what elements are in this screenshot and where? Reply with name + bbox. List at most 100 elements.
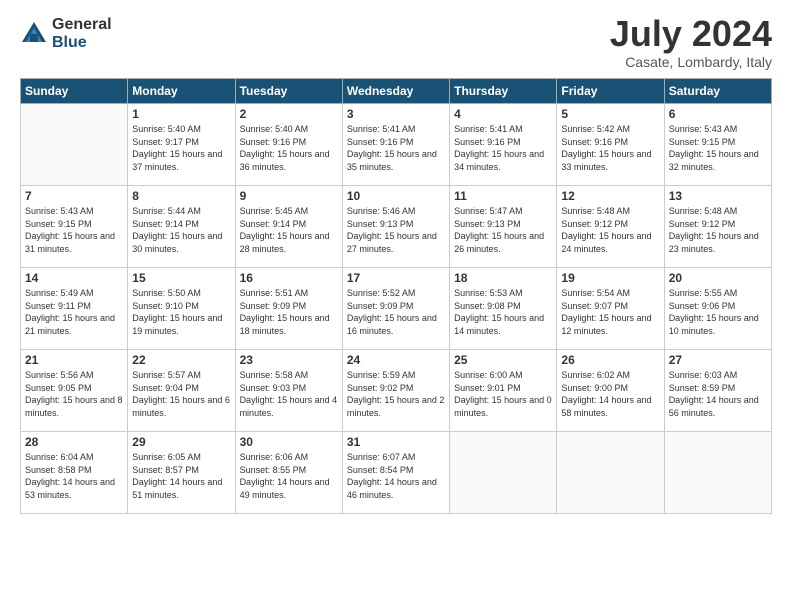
day-number: 16 xyxy=(240,271,338,285)
day-info: Sunrise: 5:52 AM Sunset: 9:09 PM Dayligh… xyxy=(347,287,445,337)
day-number: 17 xyxy=(347,271,445,285)
sunrise-text: Sunrise: 6:03 AM xyxy=(669,370,738,380)
calendar-header-sunday: Sunday xyxy=(21,79,128,104)
calendar-cell: 9 Sunrise: 5:45 AM Sunset: 9:14 PM Dayli… xyxy=(235,186,342,268)
sunset-text: Sunset: 9:13 PM xyxy=(454,219,521,229)
sunset-text: Sunset: 9:05 PM xyxy=(25,383,92,393)
daylight-text: Daylight: 14 hours and 46 minutes. xyxy=(347,477,437,500)
day-number: 9 xyxy=(240,189,338,203)
calendar-row-3: 21 Sunrise: 5:56 AM Sunset: 9:05 PM Dayl… xyxy=(21,350,772,432)
day-number: 29 xyxy=(132,435,230,449)
sunrise-text: Sunrise: 5:53 AM xyxy=(454,288,523,298)
sunset-text: Sunset: 9:09 PM xyxy=(240,301,307,311)
calendar-cell: 31 Sunrise: 6:07 AM Sunset: 8:54 PM Dayl… xyxy=(342,432,449,514)
daylight-text: Daylight: 15 hours and 19 minutes. xyxy=(132,313,222,336)
daylight-text: Daylight: 15 hours and 28 minutes. xyxy=(240,231,330,254)
daylight-text: Daylight: 15 hours and 0 minutes. xyxy=(454,395,552,418)
calendar-header-thursday: Thursday xyxy=(450,79,557,104)
daylight-text: Daylight: 15 hours and 6 minutes. xyxy=(132,395,230,418)
day-info: Sunrise: 6:03 AM Sunset: 8:59 PM Dayligh… xyxy=(669,369,767,419)
calendar-cell: 8 Sunrise: 5:44 AM Sunset: 9:14 PM Dayli… xyxy=(128,186,235,268)
daylight-text: Daylight: 15 hours and 37 minutes. xyxy=(132,149,222,172)
day-info: Sunrise: 6:07 AM Sunset: 8:54 PM Dayligh… xyxy=(347,451,445,501)
day-info: Sunrise: 5:48 AM Sunset: 9:12 PM Dayligh… xyxy=(561,205,659,255)
calendar-cell: 2 Sunrise: 5:40 AM Sunset: 9:16 PM Dayli… xyxy=(235,104,342,186)
day-number: 2 xyxy=(240,107,338,121)
sunset-text: Sunset: 8:55 PM xyxy=(240,465,307,475)
sunset-text: Sunset: 9:16 PM xyxy=(347,137,414,147)
sunrise-text: Sunrise: 5:54 AM xyxy=(561,288,630,298)
daylight-text: Daylight: 14 hours and 56 minutes. xyxy=(669,395,759,418)
day-info: Sunrise: 5:49 AM Sunset: 9:11 PM Dayligh… xyxy=(25,287,123,337)
day-info: Sunrise: 5:40 AM Sunset: 9:16 PM Dayligh… xyxy=(240,123,338,173)
day-number: 12 xyxy=(561,189,659,203)
day-info: Sunrise: 5:51 AM Sunset: 9:09 PM Dayligh… xyxy=(240,287,338,337)
daylight-text: Daylight: 15 hours and 31 minutes. xyxy=(25,231,115,254)
day-info: Sunrise: 5:50 AM Sunset: 9:10 PM Dayligh… xyxy=(132,287,230,337)
calendar-header-saturday: Saturday xyxy=(664,79,771,104)
daylight-text: Daylight: 15 hours and 10 minutes. xyxy=(669,313,759,336)
sunrise-text: Sunrise: 5:40 AM xyxy=(240,124,309,134)
sunrise-text: Sunrise: 5:41 AM xyxy=(454,124,523,134)
day-info: Sunrise: 5:53 AM Sunset: 9:08 PM Dayligh… xyxy=(454,287,552,337)
calendar-cell: 3 Sunrise: 5:41 AM Sunset: 9:16 PM Dayli… xyxy=(342,104,449,186)
sunset-text: Sunset: 9:14 PM xyxy=(132,219,199,229)
sunset-text: Sunset: 9:03 PM xyxy=(240,383,307,393)
calendar-cell xyxy=(450,432,557,514)
sunrise-text: Sunrise: 5:43 AM xyxy=(669,124,738,134)
day-number: 10 xyxy=(347,189,445,203)
daylight-text: Daylight: 15 hours and 12 minutes. xyxy=(561,313,651,336)
day-info: Sunrise: 5:57 AM Sunset: 9:04 PM Dayligh… xyxy=(132,369,230,419)
day-info: Sunrise: 5:47 AM Sunset: 9:13 PM Dayligh… xyxy=(454,205,552,255)
sunrise-text: Sunrise: 5:49 AM xyxy=(25,288,94,298)
daylight-text: Daylight: 15 hours and 8 minutes. xyxy=(25,395,123,418)
calendar-cell: 24 Sunrise: 5:59 AM Sunset: 9:02 PM Dayl… xyxy=(342,350,449,432)
logo-blue-text: Blue xyxy=(52,34,112,52)
daylight-text: Daylight: 15 hours and 36 minutes. xyxy=(240,149,330,172)
calendar-cell: 26 Sunrise: 6:02 AM Sunset: 9:00 PM Dayl… xyxy=(557,350,664,432)
day-number: 14 xyxy=(25,271,123,285)
daylight-text: Daylight: 15 hours and 16 minutes. xyxy=(347,313,437,336)
daylight-text: Daylight: 15 hours and 34 minutes. xyxy=(454,149,544,172)
calendar-cell: 20 Sunrise: 5:55 AM Sunset: 9:06 PM Dayl… xyxy=(664,268,771,350)
location: Casate, Lombardy, Italy xyxy=(610,54,772,70)
day-info: Sunrise: 5:56 AM Sunset: 9:05 PM Dayligh… xyxy=(25,369,123,419)
sunrise-text: Sunrise: 5:50 AM xyxy=(132,288,201,298)
sunrise-text: Sunrise: 5:51 AM xyxy=(240,288,309,298)
day-number: 18 xyxy=(454,271,552,285)
calendar-cell: 23 Sunrise: 5:58 AM Sunset: 9:03 PM Dayl… xyxy=(235,350,342,432)
day-info: Sunrise: 5:42 AM Sunset: 9:16 PM Dayligh… xyxy=(561,123,659,173)
page: General Blue July 2024 Casate, Lombardy,… xyxy=(0,0,792,612)
sunset-text: Sunset: 9:15 PM xyxy=(669,137,736,147)
calendar-cell: 4 Sunrise: 5:41 AM Sunset: 9:16 PM Dayli… xyxy=(450,104,557,186)
daylight-text: Daylight: 15 hours and 30 minutes. xyxy=(132,231,222,254)
calendar-header-row: SundayMondayTuesdayWednesdayThursdayFrid… xyxy=(21,79,772,104)
calendar-cell: 18 Sunrise: 5:53 AM Sunset: 9:08 PM Dayl… xyxy=(450,268,557,350)
calendar-cell: 28 Sunrise: 6:04 AM Sunset: 8:58 PM Dayl… xyxy=(21,432,128,514)
sunrise-text: Sunrise: 5:41 AM xyxy=(347,124,416,134)
calendar-cell: 27 Sunrise: 6:03 AM Sunset: 8:59 PM Dayl… xyxy=(664,350,771,432)
day-info: Sunrise: 6:04 AM Sunset: 8:58 PM Dayligh… xyxy=(25,451,123,501)
sunset-text: Sunset: 9:14 PM xyxy=(240,219,307,229)
day-info: Sunrise: 6:06 AM Sunset: 8:55 PM Dayligh… xyxy=(240,451,338,501)
sunset-text: Sunset: 9:02 PM xyxy=(347,383,414,393)
day-number: 31 xyxy=(347,435,445,449)
sunrise-text: Sunrise: 6:05 AM xyxy=(132,452,201,462)
sunrise-text: Sunrise: 5:45 AM xyxy=(240,206,309,216)
sunrise-text: Sunrise: 5:46 AM xyxy=(347,206,416,216)
sunrise-text: Sunrise: 6:00 AM xyxy=(454,370,523,380)
sunrise-text: Sunrise: 5:48 AM xyxy=(669,206,738,216)
sunset-text: Sunset: 8:58 PM xyxy=(25,465,92,475)
day-number: 4 xyxy=(454,107,552,121)
sunrise-text: Sunrise: 5:40 AM xyxy=(132,124,201,134)
sunrise-text: Sunrise: 5:42 AM xyxy=(561,124,630,134)
sunrise-text: Sunrise: 5:57 AM xyxy=(132,370,201,380)
calendar-cell: 7 Sunrise: 5:43 AM Sunset: 9:15 PM Dayli… xyxy=(21,186,128,268)
calendar-cell: 30 Sunrise: 6:06 AM Sunset: 8:55 PM Dayl… xyxy=(235,432,342,514)
day-info: Sunrise: 5:45 AM Sunset: 9:14 PM Dayligh… xyxy=(240,205,338,255)
day-info: Sunrise: 5:59 AM Sunset: 9:02 PM Dayligh… xyxy=(347,369,445,419)
calendar-cell xyxy=(557,432,664,514)
sunrise-text: Sunrise: 6:04 AM xyxy=(25,452,94,462)
sunset-text: Sunset: 9:06 PM xyxy=(669,301,736,311)
day-number: 13 xyxy=(669,189,767,203)
